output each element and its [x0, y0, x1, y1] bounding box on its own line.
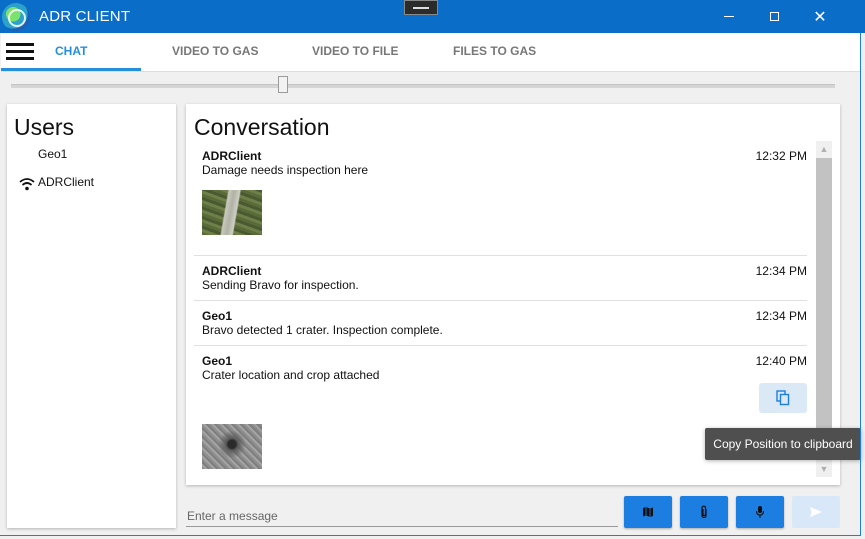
message-item: Geo1 Crater location and crop attached 1… [194, 345, 807, 481]
map-button[interactable] [624, 496, 672, 528]
conversation-scrollbar[interactable]: ▲ ▼ [816, 141, 832, 477]
crater-image-attachment[interactable] [202, 424, 262, 469]
message-item: ADRClient Damage needs inspection here 1… [194, 144, 807, 255]
message-time: 12:34 PM [755, 309, 807, 323]
road-image-attachment[interactable] [202, 190, 262, 235]
close-icon: ✕ [813, 8, 827, 26]
window-border [0, 535, 861, 536]
tab-video-to-gas[interactable]: VIDEO TO GAS [172, 44, 258, 58]
message-text: Bravo detected 1 crater. Inspection comp… [202, 323, 443, 337]
message-time: 12:32 PM [755, 149, 807, 163]
slider-track[interactable] [11, 84, 835, 88]
drag-handle[interactable] [404, 0, 438, 15]
message-text: Damage needs inspection here [202, 163, 369, 177]
tab-video-to-file[interactable]: VIDEO TO FILE [312, 44, 398, 58]
message-sender: ADRClient [202, 149, 262, 163]
send-button[interactable] [792, 496, 840, 528]
wifi-icon [19, 178, 35, 191]
tab-chat[interactable]: CHAT [55, 44, 87, 58]
message-input[interactable] [186, 505, 618, 527]
user-item[interactable]: ADRClient [38, 175, 94, 189]
message-item: Geo1 Bravo detected 1 crater. Inspection… [194, 300, 807, 346]
scroll-down-icon[interactable]: ▼ [816, 461, 832, 477]
window-title: ADR CLIENT [39, 8, 131, 25]
hamburger-menu-icon[interactable] [6, 41, 34, 63]
message-sender: Geo1 [202, 309, 233, 323]
message-sender: Geo1 [202, 354, 233, 368]
copy-position-button[interactable] [759, 383, 807, 413]
maximize-icon [769, 12, 779, 21]
users-panel: Users Geo1 ADRClient [7, 104, 176, 528]
minimize-icon [724, 16, 734, 17]
users-heading: Users [14, 114, 75, 140]
title-bar: ADR CLIENT ✕ [0, 0, 865, 33]
paperclip-icon [701, 505, 707, 519]
message-sender: ADRClient [202, 264, 262, 278]
conversation-heading: Conversation [194, 114, 330, 140]
maximize-button[interactable] [751, 0, 797, 33]
microphone-icon [755, 506, 765, 518]
scroll-thumb[interactable] [816, 158, 832, 428]
message-time: 12:40 PM [755, 354, 807, 368]
minimize-button[interactable] [706, 0, 752, 33]
message-time: 12:34 PM [755, 264, 807, 278]
app-logo-icon [2, 3, 30, 31]
copy-icon [776, 390, 790, 406]
tab-bar: CHAT VIDEO TO GAS VIDEO TO FILE FILES TO… [1, 33, 861, 72]
user-item[interactable]: Geo1 [38, 147, 67, 161]
active-tab-indicator [1, 68, 141, 71]
tooltip: Copy Position to clipboard [705, 428, 861, 460]
map-icon [643, 507, 653, 517]
tab-files-to-gas[interactable]: FILES TO GAS [453, 44, 536, 58]
microphone-button[interactable] [736, 496, 784, 528]
scroll-up-icon[interactable]: ▲ [816, 141, 832, 157]
attach-button[interactable] [680, 496, 728, 528]
send-icon [810, 507, 822, 517]
message-text: Crater location and crop attached [202, 368, 380, 382]
message-text: Sending Bravo for inspection. [202, 278, 359, 292]
slider-thumb[interactable] [277, 76, 288, 93]
message-item: ADRClient Sending Bravo for inspection. … [194, 255, 807, 301]
close-button[interactable]: ✕ [797, 0, 843, 33]
window-border [860, 33, 861, 536]
